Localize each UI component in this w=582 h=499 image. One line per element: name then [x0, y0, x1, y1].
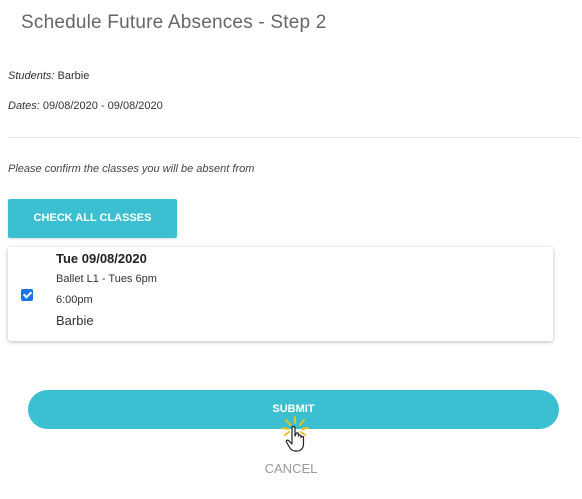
class-time: 6:00pm — [56, 294, 93, 306]
dates-summary: Dates: 09/08/2020 - 09/08/2020 — [8, 100, 163, 112]
page-title: Schedule Future Absences - Step 2 — [21, 12, 327, 33]
dates-value: 09/08/2020 - 09/08/2020 — [39, 100, 163, 112]
class-student: Barbie — [56, 313, 94, 328]
divider — [8, 137, 580, 138]
class-date: Tue 09/08/2020 — [56, 251, 147, 266]
class-checkbox[interactable] — [21, 289, 33, 301]
check-all-classes-button[interactable]: CHECK ALL CLASSES — [8, 199, 177, 238]
students-label: Students: — [8, 70, 55, 82]
hand-pointer-click-icon — [281, 416, 309, 452]
cancel-link[interactable]: CANCEL — [0, 461, 582, 476]
students-value: Barbie — [54, 70, 90, 82]
class-name: Ballet L1 - Tues 6pm — [56, 273, 157, 285]
schedule-absences-page: Schedule Future Absences - Step 2 Studen… — [0, 0, 582, 499]
class-card[interactable]: Tue 09/08/2020 Ballet L1 - Tues 6pm 6:00… — [8, 247, 553, 341]
dates-label: Dates: — [8, 100, 40, 112]
instructions-text: Please confirm the classes you will be a… — [8, 163, 255, 175]
students-summary: Students: Barbie — [8, 70, 89, 82]
